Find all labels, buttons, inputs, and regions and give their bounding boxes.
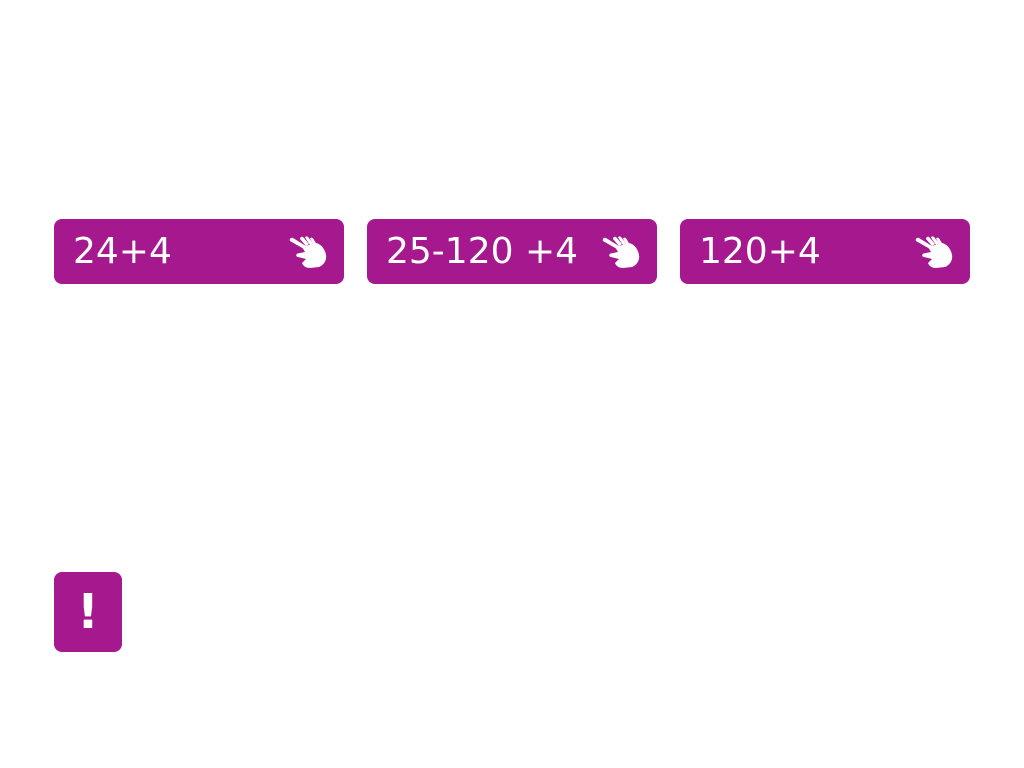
option-label: 24+4 — [73, 230, 172, 272]
exclamation-icon: ! — [77, 584, 99, 640]
pointing-hand-icon — [288, 235, 328, 269]
option-button-25-120-4[interactable]: 25-120 +4 — [367, 219, 657, 284]
option-button-120-4[interactable]: 120+4 — [680, 219, 970, 284]
alert-button[interactable]: ! — [54, 572, 122, 652]
page: 24+4 25-120 +4 120+4 ! — [0, 0, 1024, 768]
pointing-hand-icon — [601, 235, 641, 269]
option-label: 25-120 +4 — [386, 230, 579, 272]
option-label: 120+4 — [699, 230, 821, 272]
option-button-24-4[interactable]: 24+4 — [54, 219, 344, 284]
pointing-hand-icon — [914, 235, 954, 269]
option-button-row: 24+4 25-120 +4 120+4 — [54, 219, 970, 284]
